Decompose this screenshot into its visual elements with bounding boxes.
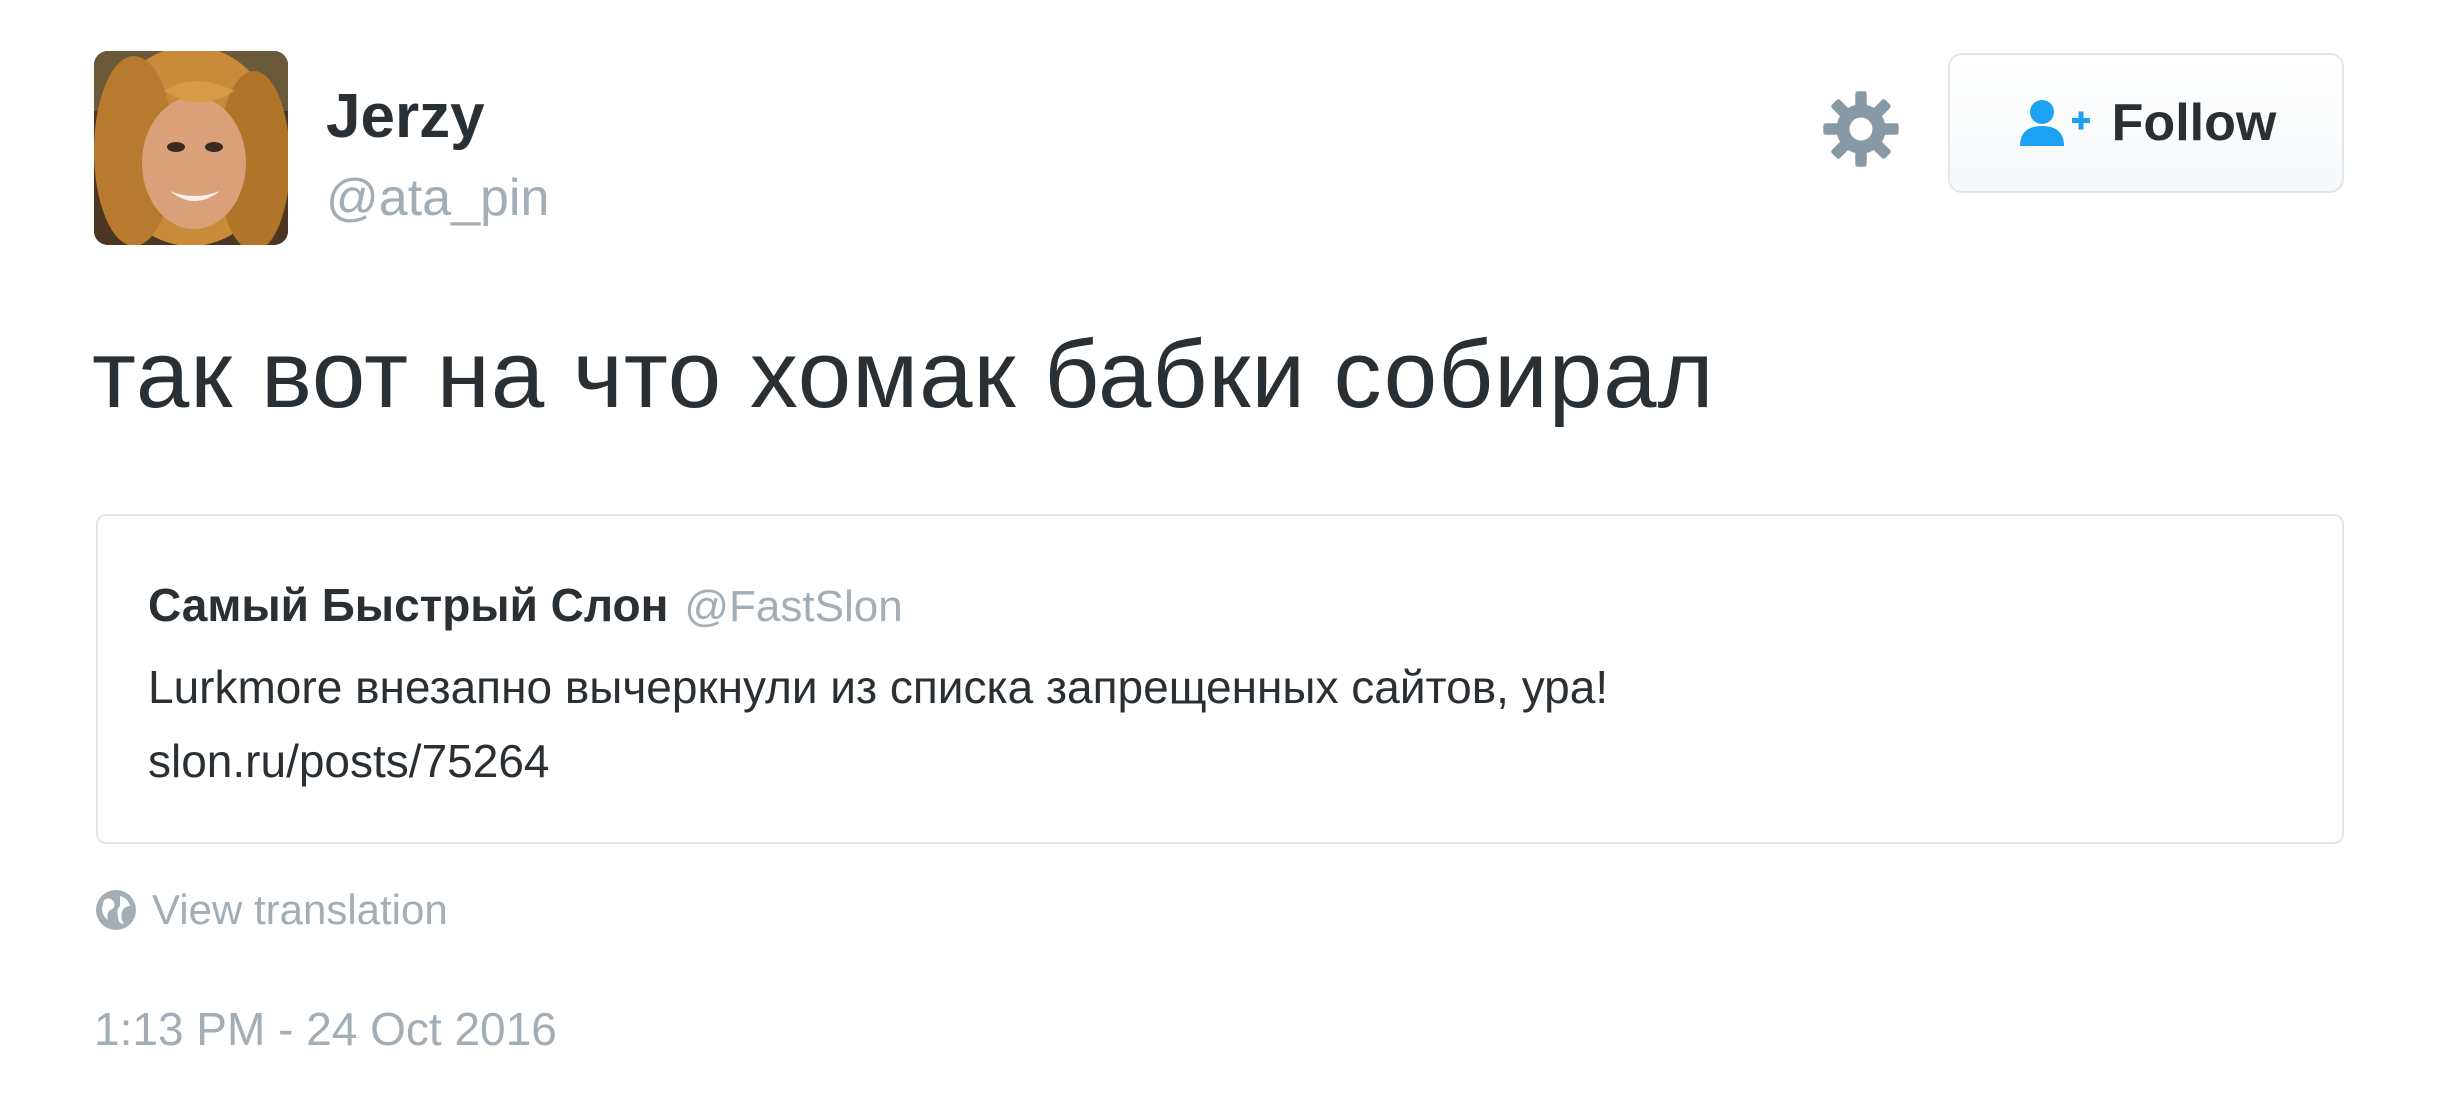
view-translation-link[interactable]: View translation bbox=[94, 888, 448, 932]
author-handle[interactable]: @ata_pin bbox=[326, 172, 549, 224]
globe-icon bbox=[94, 888, 138, 932]
follow-label: Follow bbox=[2111, 94, 2277, 152]
quoted-tweet-link[interactable]: slon.ru/posts/75264 bbox=[148, 738, 550, 784]
follow-button[interactable]: Follow bbox=[1948, 53, 2344, 193]
quoted-tweet-text: Lurkmore внезапно вычеркнули из списка з… bbox=[148, 661, 1609, 713]
avatar[interactable] bbox=[94, 51, 288, 245]
author-name[interactable]: Jerzy bbox=[326, 86, 485, 148]
quoted-tweet-card[interactable]: Самый Быстрый Слон @FastSlon Lurkmore вне… bbox=[96, 514, 2344, 844]
tweet-text: так вот на что хомак бабки собирал bbox=[92, 321, 1715, 428]
tweet-timestamp[interactable]: 1:13 PM - 24 Oct 2016 bbox=[94, 1006, 557, 1052]
tweet: Jerzy @ata_pin Follow так вот на что хом… bbox=[0, 0, 2452, 1104]
quoted-author-handle: @FastSlon bbox=[684, 582, 903, 631]
gear-icon[interactable] bbox=[1820, 88, 1902, 170]
add-user-icon bbox=[2016, 98, 2094, 148]
quoted-tweet-author: Самый Быстрый Слон @FastSlon bbox=[148, 582, 903, 629]
view-translation-label: View translation bbox=[152, 886, 448, 933]
quoted-author-name: Самый Быстрый Слон bbox=[148, 579, 669, 631]
